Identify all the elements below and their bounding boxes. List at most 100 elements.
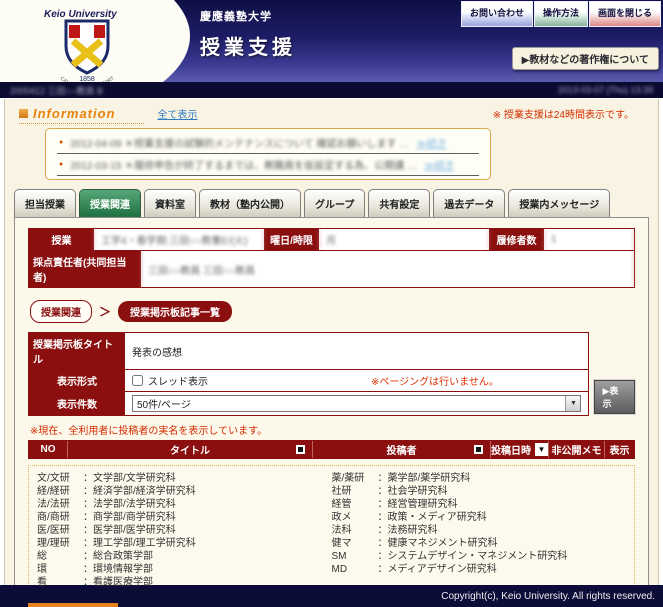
info-item-more-link[interactable]: ≫続き xyxy=(416,135,446,150)
display-count-label: 表示件数 xyxy=(29,392,125,415)
information-title: Information xyxy=(33,106,116,121)
board-title-value: 発表の感想 xyxy=(125,333,588,369)
board-form-wrap: 授業掲示板タイトル 発表の感想 表示形式 スレッド表示 ※ページングは行いません… xyxy=(28,332,635,416)
sort-title-button[interactable] xyxy=(296,445,305,454)
copyright-text: Copyright(c), Keio University. All right… xyxy=(441,591,655,602)
legend-item: 看：看護医療学部 xyxy=(37,576,332,589)
tab-class-messages[interactable]: 授業内メッセージ xyxy=(508,189,610,217)
legend-item: 法科：法務研究科 xyxy=(332,524,627,537)
tab-my-classes[interactable]: 担当授業 xyxy=(14,189,76,217)
information-heading: Information xyxy=(19,106,144,124)
real-name-notice: ※現在、全利用者に投稿者の実名を表示しています。 xyxy=(30,422,635,437)
university-name: 慶應義塾大学 xyxy=(200,8,296,24)
legend-item: 文/文研：文学部/文学研究科 xyxy=(37,472,332,485)
column-poster-label: 投稿者 xyxy=(387,442,417,457)
bullet-icon: ● xyxy=(59,139,63,146)
course-info-row: 授業 工学4・春学期:三田○○教養E/(火) 曜日/時限 月 履修者数 1 xyxy=(29,229,634,250)
info-item-text: 2012-04-09 ＊授業支援の試験的メンテナンスについて 確認お願いします … xyxy=(70,135,409,150)
page-size-selected-option: 50件/ページ xyxy=(137,396,191,411)
grader-value: 三田○○教員 三田○○教員 xyxy=(141,251,634,287)
sort-poster-button[interactable] xyxy=(474,445,483,454)
user-status-bar: 2000412 三田○○教員 B 2013-03-07 (Thu) 13:39 xyxy=(0,82,663,99)
faculty-abbreviation-legend: 文/文研：文学部/文学研究科 経/経研：経済学部/経済学研究科 法/法研：法学部… xyxy=(28,465,635,596)
legend-item: 経管：経営管理研究科 xyxy=(332,498,627,511)
legend-item: 商/商研：商学部/商学研究科 xyxy=(37,511,332,524)
tab-groups[interactable]: グループ xyxy=(304,189,365,217)
how-to-use-button[interactable]: 操作方法 xyxy=(534,1,588,27)
class-label: 授業 xyxy=(29,229,94,250)
board-title-label: 授業掲示板タイトル xyxy=(29,333,125,369)
main-area: Information 全て表示 ※ 授業支援は24時間表示です。 ● 2012… xyxy=(4,99,659,585)
materials-copyright-button[interactable]: ▶教材などの著作権について xyxy=(512,47,659,70)
legend-left-column: 文/文研：文学部/文学研究科 経/経研：経済学部/経済学研究科 法/法研：法学部… xyxy=(37,472,332,589)
logged-in-user: 2000412 三田○○教員 B xyxy=(10,84,103,97)
breadcrumb-separator-icon: ＞ xyxy=(99,303,111,320)
info-item-text: 2012-03-15 ＊履修申告が終了するまでは、教職員を仮設定する為、公開講 … xyxy=(70,157,417,172)
contact-button[interactable]: お問い合わせ xyxy=(461,1,533,27)
display-count-value: 50件/ページ ▼ xyxy=(125,392,588,415)
breadcrumb-current: 授業掲示板記事一覧 xyxy=(118,301,232,322)
class-value: 工学4・春学期:三田○○教養E/(火) xyxy=(94,229,264,250)
legend-item: SM：システムデザイン・マネジメント研究科 xyxy=(332,550,627,563)
information-header-row: Information 全て表示 ※ 授業支援は24時間表示です。 xyxy=(5,99,658,124)
column-title-label: タイトル xyxy=(170,442,210,457)
display-format-row: 表示形式 スレッド表示 ※ページングは行いません。 xyxy=(29,369,588,391)
course-info-table: 授業 工学4・春学期:三田○○教養E/(火) 曜日/時限 月 履修者数 1 採点… xyxy=(28,228,635,288)
board-form-table: 授業掲示板タイトル 発表の感想 表示形式 スレッド表示 ※ページングは行いません… xyxy=(28,332,589,416)
tab-past-data[interactable]: 過去データ xyxy=(433,189,505,217)
enrolled-count-label: 履修者数 xyxy=(489,229,544,250)
breadcrumb: 授業関連 ＞ 授業掲示板記事一覧 xyxy=(30,300,635,323)
column-show: 表示 xyxy=(604,441,634,458)
tab-library[interactable]: 資料室 xyxy=(144,189,196,217)
legend-item: 社研：社会学研究科 xyxy=(332,485,627,498)
display-format-value: スレッド表示 ※ページングは行いません。 xyxy=(125,370,588,391)
column-poster: 投稿者 xyxy=(312,441,490,458)
legend-item: 総：総合政策学部 xyxy=(37,550,332,563)
thread-display-checkbox-label: スレッド表示 xyxy=(148,373,208,388)
column-title: タイトル xyxy=(67,441,312,458)
day-period-value: 月 xyxy=(319,229,489,250)
page-title: 授業支援 xyxy=(200,31,296,60)
current-datetime: 2013-03-07 (Thu) 13:39 xyxy=(558,85,653,95)
legend-item: 政メ：政策・メディア研究科 xyxy=(332,511,627,524)
no-paging-note: ※ページングは行いません。 xyxy=(371,373,499,388)
information-box: ● 2012-04-09 ＊授業支援の試験的メンテナンスについて 確認お願いしま… xyxy=(45,128,491,180)
dropdown-arrow-icon: ▼ xyxy=(565,396,580,411)
legend-item: 環：環境情報学部 xyxy=(37,563,332,576)
info-item-more-link[interactable]: ≫続き xyxy=(424,157,454,172)
tab-share-settings[interactable]: 共有設定 xyxy=(368,189,430,217)
tab-content-panel: 授業 工学4・春学期:三田○○教養E/(火) 曜日/時限 月 履修者数 1 採点… xyxy=(14,217,649,607)
show-all-link[interactable]: 全て表示 xyxy=(158,106,198,121)
information-square-icon xyxy=(19,109,28,118)
legend-item: 経/経研：経済学部/経済学研究科 xyxy=(37,485,332,498)
app-header: Keio University 1858 CALAMVS GLADIO FORT… xyxy=(0,0,663,82)
course-info-row: 採点責任者(共同担当者) 三田○○教員 三田○○教員 xyxy=(29,250,634,287)
column-post-datetime-label: 投稿日時 xyxy=(491,442,531,457)
bullet-icon: ● xyxy=(59,161,63,168)
svg-text:1858: 1858 xyxy=(79,76,95,82)
legend-item: MD：メディアデザイン研究科 xyxy=(332,563,627,576)
header-titles: 慶應義塾大学 授業支援 xyxy=(200,8,296,60)
day-period-label: 曜日/時限 xyxy=(264,229,319,250)
thread-display-checkbox[interactable] xyxy=(132,375,143,386)
info-list-item: ● 2012-03-15 ＊履修申告が終了するまでは、教職員を仮設定する為、公開… xyxy=(57,154,479,176)
tab-class-related[interactable]: 授業関連 xyxy=(79,189,141,217)
keio-class-support-page: Keio University 1858 CALAMVS GLADIO FORT… xyxy=(0,0,663,607)
board-title-row: 授業掲示板タイトル 発表の感想 xyxy=(29,333,588,369)
legend-item: 法/法研：法学部/法学研究科 xyxy=(37,498,332,511)
main-tab-bar: 担当授業 授業関連 資料室 教材（塾内公開） グループ 共有設定 過去データ 授… xyxy=(14,189,658,217)
sort-datetime-button[interactable]: ▼ xyxy=(535,443,548,456)
tab-materials[interactable]: 教材（塾内公開） xyxy=(199,189,301,217)
header-nav: お問い合わせ 操作方法 画面を閉じる xyxy=(461,1,661,27)
show-button[interactable]: ▶表示 xyxy=(594,380,635,414)
grader-label: 採点責任者(共同担当者) xyxy=(29,251,141,287)
column-private-memo: 非公開メモ xyxy=(548,441,604,458)
column-no: NO xyxy=(29,441,67,458)
close-screen-button[interactable]: 画面を閉じる xyxy=(589,1,661,27)
display-format-label: 表示形式 xyxy=(29,370,125,391)
info-list-item: ● 2012-04-09 ＊授業支援の試験的メンテナンスについて 確認お願いしま… xyxy=(57,132,479,154)
page-size-select[interactable]: 50件/ページ ▼ xyxy=(132,395,581,412)
legend-right-column: 薬/薬研：薬学部/薬学研究科 社研：社会学研究科 経管：経営管理研究科 政メ：政… xyxy=(332,472,627,589)
legend-item: 医/医研：医学部/医学研究科 xyxy=(37,524,332,537)
breadcrumb-parent[interactable]: 授業関連 xyxy=(30,300,92,323)
